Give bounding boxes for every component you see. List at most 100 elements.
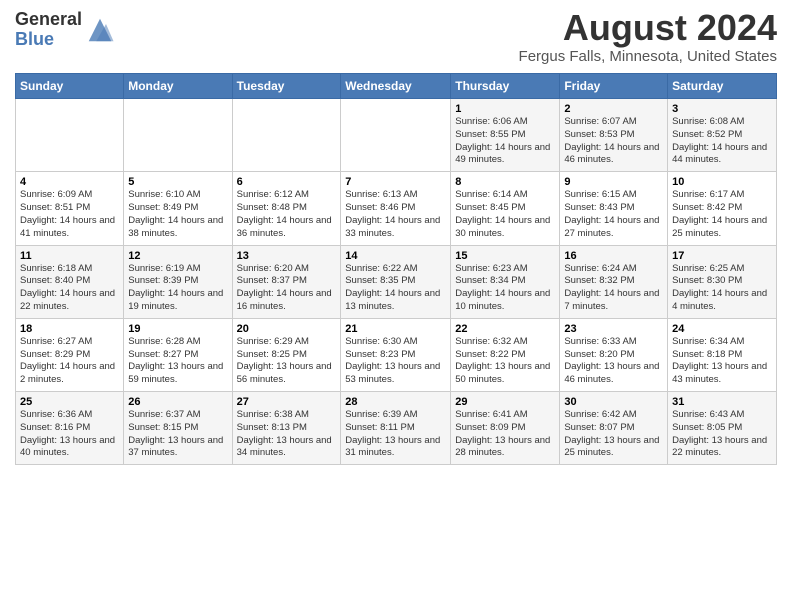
logo-blue: Blue (15, 30, 82, 50)
cell-w3-d3: 13Sunrise: 6:20 AM Sunset: 8:37 PM Dayli… (232, 245, 341, 318)
cell-w2-d6: 9Sunrise: 6:15 AM Sunset: 8:43 PM Daylig… (560, 172, 668, 245)
day-number: 9 (564, 176, 663, 188)
calendar-table: Sunday Monday Tuesday Wednesday Thursday… (15, 73, 777, 465)
day-number: 18 (20, 323, 119, 335)
day-number: 3 (672, 103, 772, 115)
cell-w5-d3: 27Sunrise: 6:38 AM Sunset: 8:13 PM Dayli… (232, 392, 341, 465)
day-number: 17 (672, 250, 772, 262)
day-number: 10 (672, 176, 772, 188)
day-info: Sunrise: 6:20 AM Sunset: 8:37 PM Dayligh… (237, 263, 337, 314)
day-info: Sunrise: 6:12 AM Sunset: 8:48 PM Dayligh… (237, 189, 337, 240)
day-number: 21 (345, 323, 446, 335)
day-info: Sunrise: 6:15 AM Sunset: 8:43 PM Dayligh… (564, 189, 663, 240)
week-row-3: 11Sunrise: 6:18 AM Sunset: 8:40 PM Dayli… (16, 245, 777, 318)
day-number: 29 (455, 396, 555, 408)
day-info: Sunrise: 6:18 AM Sunset: 8:40 PM Dayligh… (20, 263, 119, 314)
day-number: 15 (455, 250, 555, 262)
day-number: 24 (672, 323, 772, 335)
cell-w5-d7: 31Sunrise: 6:43 AM Sunset: 8:05 PM Dayli… (668, 392, 777, 465)
day-number: 27 (237, 396, 337, 408)
header-wednesday: Wednesday (341, 74, 451, 99)
day-number: 6 (237, 176, 337, 188)
cell-w1-d5: 1Sunrise: 6:06 AM Sunset: 8:55 PM Daylig… (451, 99, 560, 172)
header-sunday: Sunday (16, 74, 124, 99)
day-number: 26 (128, 396, 227, 408)
day-number: 2 (564, 103, 663, 115)
day-number: 5 (128, 176, 227, 188)
cell-w4-d7: 24Sunrise: 6:34 AM Sunset: 8:18 PM Dayli… (668, 318, 777, 391)
location: Fergus Falls, Minnesota, United States (519, 48, 777, 65)
cell-w1-d2 (124, 99, 232, 172)
day-info: Sunrise: 6:23 AM Sunset: 8:34 PM Dayligh… (455, 263, 555, 314)
cell-w2-d2: 5Sunrise: 6:10 AM Sunset: 8:49 PM Daylig… (124, 172, 232, 245)
logo-icon (85, 15, 115, 45)
day-info: Sunrise: 6:25 AM Sunset: 8:30 PM Dayligh… (672, 263, 772, 314)
day-info: Sunrise: 6:36 AM Sunset: 8:16 PM Dayligh… (20, 409, 119, 460)
week-row-5: 25Sunrise: 6:36 AM Sunset: 8:16 PM Dayli… (16, 392, 777, 465)
day-info: Sunrise: 6:14 AM Sunset: 8:45 PM Dayligh… (455, 189, 555, 240)
day-info: Sunrise: 6:38 AM Sunset: 8:13 PM Dayligh… (237, 409, 337, 460)
cell-w3-d5: 15Sunrise: 6:23 AM Sunset: 8:34 PM Dayli… (451, 245, 560, 318)
logo-general: General (15, 10, 82, 30)
cell-w3-d7: 17Sunrise: 6:25 AM Sunset: 8:30 PM Dayli… (668, 245, 777, 318)
cell-w3-d1: 11Sunrise: 6:18 AM Sunset: 8:40 PM Dayli… (16, 245, 124, 318)
day-number: 28 (345, 396, 446, 408)
header-friday: Friday (560, 74, 668, 99)
day-number: 1 (455, 103, 555, 115)
day-info: Sunrise: 6:37 AM Sunset: 8:15 PM Dayligh… (128, 409, 227, 460)
day-info: Sunrise: 6:30 AM Sunset: 8:23 PM Dayligh… (345, 336, 446, 387)
day-number: 4 (20, 176, 119, 188)
day-number: 30 (564, 396, 663, 408)
day-info: Sunrise: 6:29 AM Sunset: 8:25 PM Dayligh… (237, 336, 337, 387)
page-container: General Blue August 2024 Fergus Falls, M… (0, 0, 792, 470)
day-number: 12 (128, 250, 227, 262)
day-info: Sunrise: 6:22 AM Sunset: 8:35 PM Dayligh… (345, 263, 446, 314)
logo-text: General Blue (15, 10, 82, 50)
day-number: 31 (672, 396, 772, 408)
cell-w2-d4: 7Sunrise: 6:13 AM Sunset: 8:46 PM Daylig… (341, 172, 451, 245)
cell-w3-d2: 12Sunrise: 6:19 AM Sunset: 8:39 PM Dayli… (124, 245, 232, 318)
day-info: Sunrise: 6:08 AM Sunset: 8:52 PM Dayligh… (672, 116, 772, 167)
day-info: Sunrise: 6:13 AM Sunset: 8:46 PM Dayligh… (345, 189, 446, 240)
title-area: August 2024 Fergus Falls, Minnesota, Uni… (519, 10, 777, 65)
day-number: 8 (455, 176, 555, 188)
cell-w3-d6: 16Sunrise: 6:24 AM Sunset: 8:32 PM Dayli… (560, 245, 668, 318)
header-saturday: Saturday (668, 74, 777, 99)
cell-w2-d5: 8Sunrise: 6:14 AM Sunset: 8:45 PM Daylig… (451, 172, 560, 245)
day-info: Sunrise: 6:41 AM Sunset: 8:09 PM Dayligh… (455, 409, 555, 460)
day-info: Sunrise: 6:28 AM Sunset: 8:27 PM Dayligh… (128, 336, 227, 387)
day-info: Sunrise: 6:09 AM Sunset: 8:51 PM Dayligh… (20, 189, 119, 240)
cell-w5-d4: 28Sunrise: 6:39 AM Sunset: 8:11 PM Dayli… (341, 392, 451, 465)
cell-w3-d4: 14Sunrise: 6:22 AM Sunset: 8:35 PM Dayli… (341, 245, 451, 318)
day-info: Sunrise: 6:43 AM Sunset: 8:05 PM Dayligh… (672, 409, 772, 460)
day-info: Sunrise: 6:27 AM Sunset: 8:29 PM Dayligh… (20, 336, 119, 387)
cell-w2-d7: 10Sunrise: 6:17 AM Sunset: 8:42 PM Dayli… (668, 172, 777, 245)
cell-w1-d1 (16, 99, 124, 172)
cell-w2-d3: 6Sunrise: 6:12 AM Sunset: 8:48 PM Daylig… (232, 172, 341, 245)
day-number: 22 (455, 323, 555, 335)
cell-w5-d5: 29Sunrise: 6:41 AM Sunset: 8:09 PM Dayli… (451, 392, 560, 465)
day-number: 16 (564, 250, 663, 262)
header-thursday: Thursday (451, 74, 560, 99)
day-number: 11 (20, 250, 119, 262)
day-number: 7 (345, 176, 446, 188)
week-row-1: 1Sunrise: 6:06 AM Sunset: 8:55 PM Daylig… (16, 99, 777, 172)
day-number: 14 (345, 250, 446, 262)
cell-w4-d4: 21Sunrise: 6:30 AM Sunset: 8:23 PM Dayli… (341, 318, 451, 391)
day-info: Sunrise: 6:32 AM Sunset: 8:22 PM Dayligh… (455, 336, 555, 387)
cell-w4-d5: 22Sunrise: 6:32 AM Sunset: 8:22 PM Dayli… (451, 318, 560, 391)
cell-w4-d2: 19Sunrise: 6:28 AM Sunset: 8:27 PM Dayli… (124, 318, 232, 391)
day-info: Sunrise: 6:24 AM Sunset: 8:32 PM Dayligh… (564, 263, 663, 314)
month-title: August 2024 (519, 10, 777, 46)
cell-w2-d1: 4Sunrise: 6:09 AM Sunset: 8:51 PM Daylig… (16, 172, 124, 245)
logo: General Blue (15, 10, 115, 50)
day-number: 20 (237, 323, 337, 335)
day-number: 25 (20, 396, 119, 408)
cell-w5-d1: 25Sunrise: 6:36 AM Sunset: 8:16 PM Dayli… (16, 392, 124, 465)
weekday-header-row: Sunday Monday Tuesday Wednesday Thursday… (16, 74, 777, 99)
day-info: Sunrise: 6:34 AM Sunset: 8:18 PM Dayligh… (672, 336, 772, 387)
cell-w5-d6: 30Sunrise: 6:42 AM Sunset: 8:07 PM Dayli… (560, 392, 668, 465)
header-monday: Monday (124, 74, 232, 99)
day-info: Sunrise: 6:17 AM Sunset: 8:42 PM Dayligh… (672, 189, 772, 240)
cell-w4-d3: 20Sunrise: 6:29 AM Sunset: 8:25 PM Dayli… (232, 318, 341, 391)
